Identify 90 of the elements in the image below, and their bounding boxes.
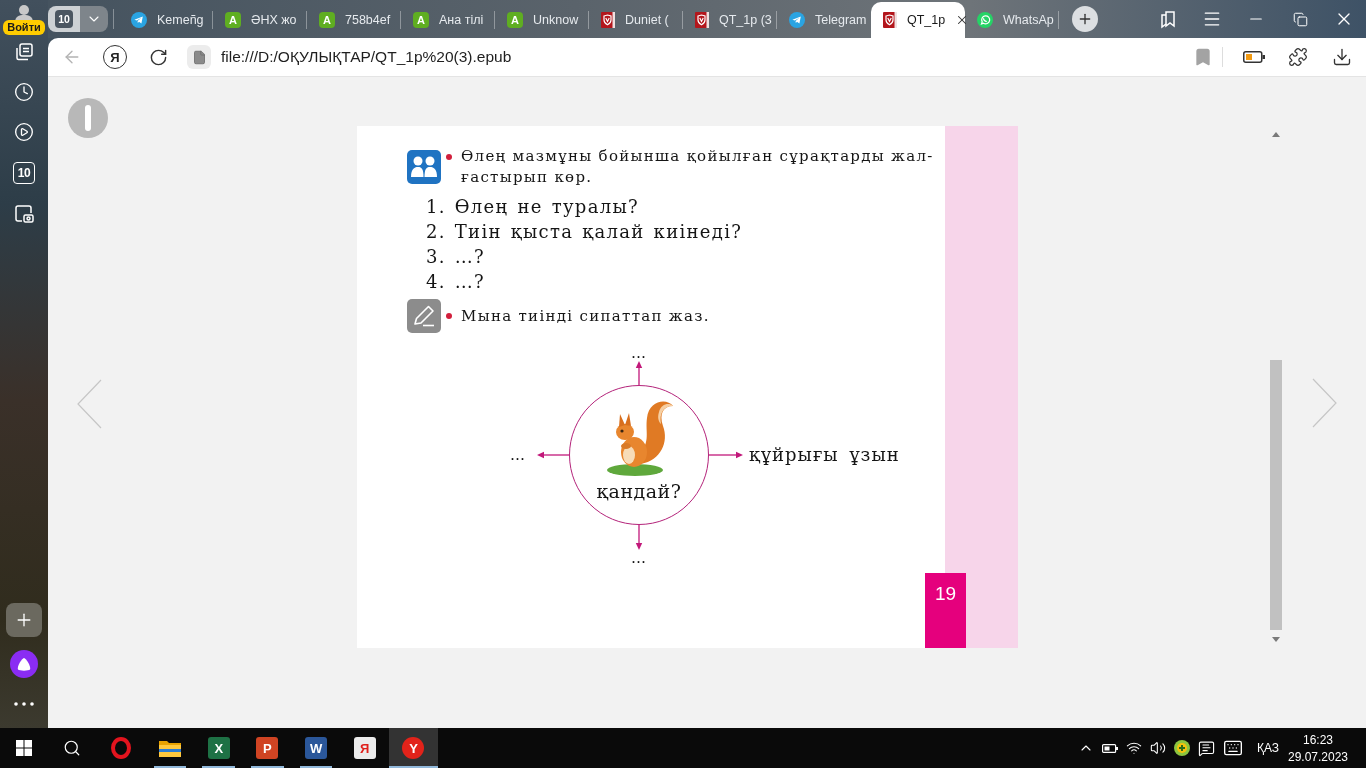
- blank-dots: …: [631, 550, 647, 566]
- app-logo: A: [413, 12, 429, 28]
- reload-icon[interactable]: [148, 47, 168, 67]
- tab-count-badge: 10: [55, 10, 73, 28]
- browser-tab[interactable]: Kemeñg: [119, 2, 213, 38]
- wifi-icon[interactable]: [1126, 740, 1142, 756]
- app-logo: A: [507, 12, 523, 28]
- bullet-icon: [446, 313, 452, 319]
- taskbar-app-button[interactable]: W: [291, 728, 341, 768]
- connector-arrow: [634, 361, 644, 385]
- book-icon: [883, 12, 897, 28]
- clock-icon[interactable]: [14, 82, 34, 102]
- plus-circle-icon[interactable]: [1174, 740, 1190, 756]
- connector-arrow: [537, 450, 569, 460]
- slides-logo: P: [256, 737, 279, 759]
- tab-count-button[interactable]: 10: [48, 6, 80, 32]
- letter-logo: Я: [353, 737, 376, 759]
- app-logo: A: [319, 12, 335, 28]
- play-icon[interactable]: [14, 122, 34, 142]
- taskbar-app-button[interactable]: Я: [340, 728, 390, 768]
- trait-label: құйрығы ұзын: [749, 445, 900, 465]
- pencil-icon: [407, 299, 441, 333]
- paper-plane-icon: [131, 12, 147, 28]
- center-label: қандай?: [596, 480, 682, 502]
- book-icon: [601, 12, 615, 28]
- paper-plane-icon: [789, 12, 805, 28]
- app-logo: A: [225, 12, 241, 28]
- document-logo: W: [305, 737, 328, 759]
- taskbar-app-button[interactable]: X: [194, 728, 244, 768]
- sign-in-button[interactable]: Войти: [3, 20, 45, 35]
- blank-dots: …: [510, 447, 526, 463]
- taskbar-app-button[interactable]: Y: [389, 728, 438, 768]
- browser-tab[interactable]: A ӘНХ жо: [213, 2, 307, 38]
- browser-tab[interactable]: Telegram: [777, 2, 871, 38]
- task-instruction: Мына тиінді сипаттап жаз.: [461, 305, 710, 327]
- spreadsheet-logo: X: [207, 737, 230, 759]
- browser-tab[interactable]: WhatsAp: [965, 2, 1059, 38]
- question-text: 2. Тиін қыста қалай киінеді?: [426, 220, 743, 244]
- blank-dots: …: [631, 345, 647, 361]
- browser-tab[interactable]: A Unknow: [495, 2, 589, 38]
- browser-logo: Y: [402, 737, 425, 759]
- clock-date[interactable]: 29.07.2023: [1287, 749, 1349, 764]
- speaker-icon[interactable]: [1150, 740, 1166, 756]
- scroll-down-icon[interactable]: [1272, 637, 1280, 642]
- task-instruction: Өлең мазмұны бойынша қойылған сұрақтарды жал- ғастырып көр.: [461, 146, 934, 188]
- bookmarks-icon[interactable]: [1158, 9, 1178, 29]
- browser-tab[interactable]: A Ана тілі: [401, 2, 495, 38]
- start-icon[interactable]: [16, 740, 32, 756]
- stacked-pages-icon[interactable]: [14, 42, 34, 62]
- download-icon[interactable]: [1332, 47, 1352, 67]
- puzzle-icon[interactable]: [1288, 47, 1308, 67]
- file-icon: [191, 49, 207, 65]
- assistant-icon[interactable]: [10, 650, 38, 678]
- browser-tab[interactable]: QT_1p (3: [683, 2, 777, 38]
- book-icon: [695, 12, 709, 28]
- language-indicator[interactable]: ҚАЗ: [1256, 741, 1280, 755]
- connector-arrow: [709, 450, 743, 460]
- browser-tab[interactable]: A 758b4ef: [307, 2, 401, 38]
- page-number: 19: [925, 573, 966, 648]
- address-field[interactable]: file:///D:/ОҚУЛЫҚТАР/QT_1p%20(3).epub: [221, 44, 1191, 70]
- browser-tab[interactable]: Duniet (: [589, 2, 683, 38]
- page-info-button[interactable]: [187, 45, 211, 69]
- scroll-up-icon[interactable]: [1272, 132, 1280, 137]
- new-tab-button[interactable]: [1072, 6, 1098, 32]
- question-text: 3. …?: [426, 245, 486, 269]
- question-text: 1. Өлең не туралы?: [426, 195, 639, 219]
- taskbar-app-button[interactable]: P: [243, 728, 292, 768]
- battery-icon[interactable]: [1243, 51, 1265, 63]
- toggle-icon[interactable]: [68, 98, 108, 138]
- people-icon: [407, 150, 441, 184]
- more-icon[interactable]: [14, 702, 34, 706]
- keyboard-icon[interactable]: [1223, 738, 1243, 758]
- counter-button[interactable]: 10: [13, 162, 35, 184]
- tab-list-button[interactable]: [80, 6, 108, 32]
- search-icon[interactable]: [63, 739, 81, 757]
- scrollbar-thumb[interactable]: [1270, 360, 1282, 630]
- message-icon[interactable]: [1197, 739, 1215, 757]
- folder-icon: [158, 738, 183, 758]
- chat-bubble-icon: [977, 12, 993, 28]
- connector-arrow: [634, 525, 644, 550]
- bullet-icon: [446, 153, 452, 160]
- question-text: 4. …?: [426, 270, 486, 294]
- browser-tab[interactable]: QT_1p: [871, 2, 965, 38]
- restore-icon[interactable]: [1292, 11, 1308, 27]
- clock-time[interactable]: 16:23: [1303, 732, 1333, 747]
- plus-icon: [1077, 11, 1093, 27]
- ring-icon: [110, 737, 133, 759]
- battery-icon[interactable]: [1102, 743, 1118, 753]
- add-button[interactable]: [6, 603, 42, 637]
- screenshot-camera-icon[interactable]: [14, 204, 34, 224]
